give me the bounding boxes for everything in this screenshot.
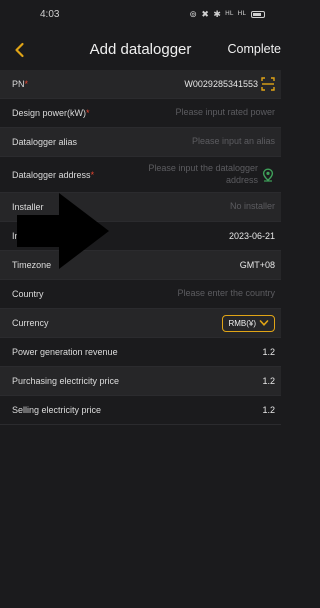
- country-input[interactable]: Please enter the country: [177, 288, 275, 299]
- datalogger-address-row: Datalogger address* Please input the dat…: [0, 157, 281, 193]
- power-generation-revenue-value[interactable]: 1.2: [262, 347, 275, 357]
- currency-label: Currency: [12, 318, 49, 328]
- pn-value[interactable]: W0029285341553: [184, 79, 258, 89]
- purchasing-price-label: Purchasing electricity price: [12, 376, 120, 386]
- status-icon-glyphs: ⊚ ✖ ✱ ᴴᴸ ᴴᴸ: [189, 8, 247, 19]
- datalogger-alias-row: Datalogger alias Please input an alias: [0, 128, 281, 157]
- complete-button[interactable]: Complete: [228, 42, 282, 56]
- purchasing-price-value[interactable]: 1.2: [262, 376, 275, 386]
- pn-row: PN* W0029285341553: [0, 70, 281, 99]
- status-bar: 4:03 ⊚ ✖ ✱ ᴴᴸ ᴴᴸ: [0, 0, 281, 28]
- header: Add datalogger Complete: [0, 36, 281, 66]
- timezone-value[interactable]: GMT+08: [240, 260, 275, 270]
- currency-value: RMB(¥): [228, 318, 256, 328]
- scan-icon[interactable]: [261, 77, 275, 91]
- power-generation-revenue-label: Power generation revenue: [12, 347, 118, 357]
- datalogger-address-input[interactable]: Please input the datalogger address: [148, 163, 258, 186]
- selling-price-value[interactable]: 1.2: [262, 405, 275, 415]
- pn-label: PN*: [12, 79, 29, 89]
- datalogger-alias-label: Datalogger alias: [12, 137, 78, 147]
- country-label: Country: [12, 289, 44, 299]
- power-generation-revenue-row: Power generation revenue 1.2: [0, 338, 281, 367]
- status-time: 4:03: [40, 8, 60, 20]
- selling-price-row: Selling electricity price 1.2: [0, 396, 281, 425]
- battery-icon: [251, 10, 265, 18]
- chevron-down-icon: [259, 320, 269, 326]
- country-row: Country Please enter the country: [0, 280, 281, 309]
- design-power-label: Design power(kW)*: [12, 108, 90, 118]
- installation-date-value[interactable]: 2023-06-21: [229, 231, 275, 241]
- purchasing-price-row: Purchasing electricity price 1.2: [0, 367, 281, 396]
- datalogger-alias-input[interactable]: Please input an alias: [192, 136, 275, 147]
- design-power-input[interactable]: Please input rated power: [175, 107, 275, 118]
- installer-value[interactable]: No installer: [230, 201, 275, 212]
- location-icon[interactable]: [261, 167, 275, 182]
- pointer-arrow-icon: [17, 193, 109, 269]
- currency-select[interactable]: RMB(¥): [222, 314, 275, 332]
- datalogger-address-label: Datalogger address*: [12, 169, 95, 180]
- design-power-row: Design power(kW)* Please input rated pow…: [0, 99, 281, 128]
- status-icons: ⊚ ✖ ✱ ᴴᴸ ᴴᴸ: [189, 9, 265, 20]
- currency-row: Currency RMB(¥): [0, 309, 281, 338]
- selling-price-label: Selling electricity price: [12, 405, 102, 415]
